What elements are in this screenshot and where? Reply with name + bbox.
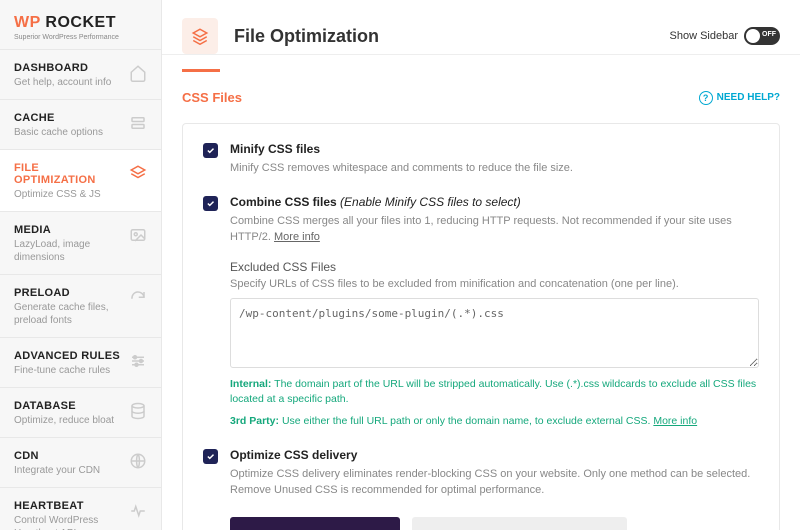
layers-icon: [129, 164, 147, 182]
field-optimize-css: Optimize CSS delivery Optimize CSS deliv…: [203, 448, 759, 530]
combine-more-info-link[interactable]: More info: [274, 231, 320, 243]
combine-css-label: Combine CSS files (Enable Minify CSS fil…: [230, 195, 759, 209]
checkbox-combine-css[interactable]: [203, 196, 218, 211]
brand-logo: WP ROCKET Superior WordPress Performance: [0, 0, 161, 49]
load-css-async-button[interactable]: LOAD CSS ASYNCHRONOUSLY: [412, 517, 627, 530]
sidebar-item-heartbeat[interactable]: HEARTBEATControl WordPress Heartbeat API: [0, 487, 161, 530]
checkbox-minify-css[interactable]: [203, 143, 218, 158]
sidebar-item-database[interactable]: DATABASEOptimize, reduce bloat: [0, 387, 161, 437]
field-minify-css: Minify CSS files Minify CSS removes whit…: [203, 142, 759, 177]
page-header: File Optimization Show Sidebar OFF: [162, 0, 800, 55]
home-icon: [129, 64, 147, 82]
show-sidebar-toggle[interactable]: OFF: [744, 27, 780, 45]
excluded-css-label: Excluded CSS Files: [230, 260, 759, 274]
media-icon: [129, 226, 147, 244]
sidebar-item-advanced-rules[interactable]: ADVANCED RULESFine-tune cache rules: [0, 337, 161, 387]
show-sidebar-label: Show Sidebar: [670, 30, 739, 42]
excluded-css-desc: Specify URLs of CSS files to be excluded…: [230, 278, 759, 290]
hint-more-info-link[interactable]: More info: [653, 415, 697, 427]
reload-icon: [129, 289, 147, 307]
combine-css-desc: Combine CSS merges all your files into 1…: [230, 213, 759, 246]
sliders-icon: [129, 352, 147, 370]
sidebar-item-cdn[interactable]: CDNIntegrate your CDN: [0, 437, 161, 487]
field-combine-css: Combine CSS files (Enable Minify CSS fil…: [203, 195, 759, 430]
css-panel: Minify CSS files Minify CSS removes whit…: [182, 123, 780, 530]
heartbeat-icon: [129, 502, 147, 520]
database-icon: [129, 402, 147, 420]
need-help-link[interactable]: ? NEED HELP?: [699, 91, 780, 105]
sidebar-items: DASHBOARDGet help, account info CACHEBas…: [0, 49, 161, 530]
sidebar-item-media[interactable]: MEDIALazyLoad, image dimensions: [0, 211, 161, 274]
sidebar-item-dashboard[interactable]: DASHBOARDGet help, account info: [0, 49, 161, 99]
page-title: File Optimization: [234, 26, 670, 47]
sidebar: WP ROCKET Superior WordPress Performance…: [0, 0, 162, 530]
minify-css-desc: Minify CSS removes whitespace and commen…: [230, 160, 759, 177]
excluded-hint-3rdparty: 3rd Party: Use either the full URL path …: [230, 414, 759, 430]
minify-css-label: Minify CSS files: [230, 142, 759, 156]
header-layers-icon: [182, 18, 218, 54]
sidebar-item-preload[interactable]: PRELOADGenerate cache files, preload fon…: [0, 274, 161, 337]
main-content: File Optimization Show Sidebar OFF CSS F…: [162, 0, 800, 530]
cache-icon: [129, 114, 147, 132]
globe-icon: [129, 452, 147, 470]
content-scroll: CSS Files ? NEED HELP? Minify CSS files …: [162, 72, 800, 530]
remove-unused-css-button[interactable]: REMOVE UNUSED CSS: [230, 517, 400, 530]
question-icon: ?: [699, 91, 713, 105]
show-sidebar-control: Show Sidebar OFF: [670, 27, 781, 45]
excluded-hint-internal: Internal: The domain part of the URL wil…: [230, 377, 759, 409]
excluded-css-textarea[interactable]: [230, 298, 759, 368]
sidebar-item-file-optimization[interactable]: FILE OPTIMIZATIONOptimize CSS & JS: [0, 149, 161, 211]
sidebar-item-cache[interactable]: CACHEBasic cache options: [0, 99, 161, 149]
checkbox-optimize-css[interactable]: [203, 449, 218, 464]
optimize-css-label: Optimize CSS delivery: [230, 448, 759, 462]
section-title: CSS Files: [182, 90, 242, 105]
optimize-css-desc: Optimize CSS delivery eliminates render-…: [230, 466, 759, 499]
